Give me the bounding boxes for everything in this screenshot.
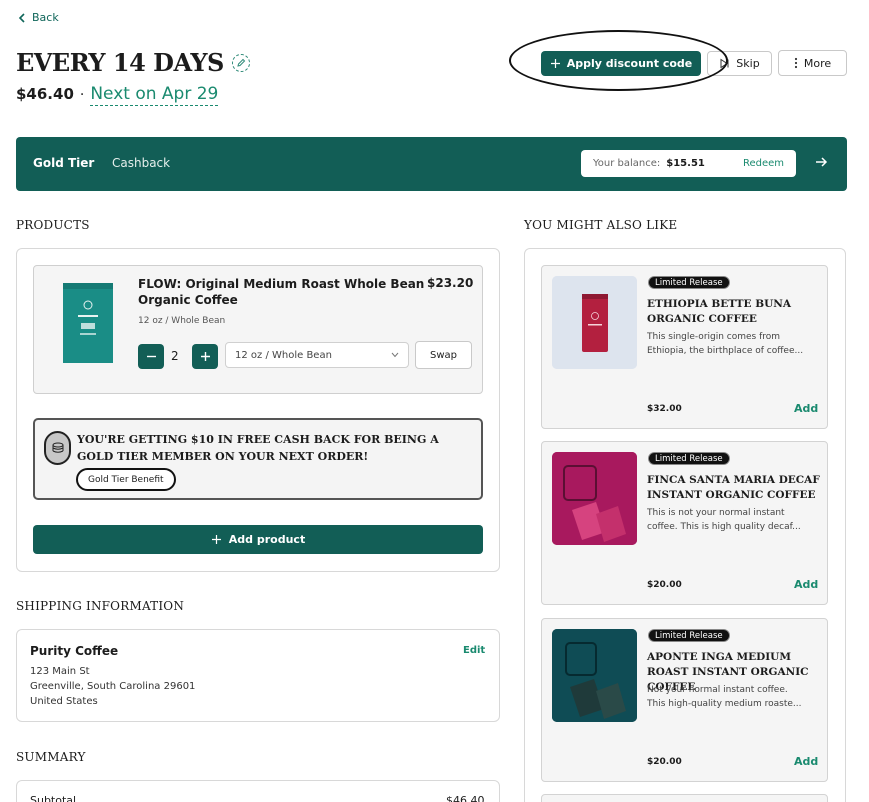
skip-label: Skip bbox=[736, 57, 760, 70]
edit-frequency-button[interactable] bbox=[231, 53, 250, 72]
address-line-2: Greenville, South Carolina 29601 bbox=[30, 681, 196, 692]
add-recommendation-button[interactable]: Add bbox=[794, 402, 818, 415]
more-button[interactable]: More bbox=[778, 50, 847, 76]
address-country: United States bbox=[30, 696, 98, 707]
summary-card: Subtotal $46.40 bbox=[16, 780, 500, 802]
coffee-bag-image bbox=[63, 283, 113, 363]
decrease-quantity-button[interactable] bbox=[138, 344, 164, 369]
balance-amount: $15.51 bbox=[666, 158, 705, 169]
subtotal-label: Subtotal bbox=[30, 794, 77, 802]
product-title[interactable]: FLOW: Original Medium Roast Whole Bean O… bbox=[138, 276, 428, 308]
coin-stack-icon bbox=[52, 442, 63, 453]
more-label: More bbox=[803, 56, 832, 70]
instant-coffee-image bbox=[552, 629, 637, 722]
product-image bbox=[552, 629, 637, 722]
coffee-bag-image bbox=[552, 276, 637, 369]
description-line-1: This single-origin comes from bbox=[647, 332, 781, 342]
page-title-row: EVERY 14 DAYS bbox=[16, 48, 250, 77]
add-recommendation-button[interactable]: Add bbox=[794, 578, 818, 591]
redeem-button[interactable]: Redeem bbox=[743, 158, 784, 169]
cashback-notice: YOU'RE GETTING $10 IN FREE CASH BACK FOR… bbox=[33, 418, 483, 500]
swap-button[interactable]: Swap bbox=[415, 341, 472, 369]
recommendation-item[interactable] bbox=[541, 794, 828, 802]
recommendation-title: FINCA SANTA MARIA DECAF INSTANT ORGANIC … bbox=[647, 474, 820, 501]
highlight-ellipse bbox=[509, 30, 728, 91]
plus-icon bbox=[211, 535, 221, 544]
variant-select[interactable]: 12 oz / Whole Bean bbox=[225, 342, 409, 368]
variant-select-value: 12 oz / Whole Bean bbox=[235, 349, 332, 361]
product-variant: 12 oz / Whole Bean bbox=[138, 316, 226, 326]
product-image bbox=[552, 276, 637, 369]
arrow-right-icon[interactable] bbox=[814, 155, 828, 169]
limited-release-badge: Limited Release bbox=[648, 276, 730, 289]
description-line-1: This is not your normal instant bbox=[647, 508, 785, 518]
edit-shipping-button[interactable]: Edit bbox=[463, 645, 485, 656]
recommendation-description: This is not your normal instant coffee. … bbox=[647, 506, 821, 534]
page-title: EVERY 14 DAYS bbox=[16, 48, 224, 77]
address-line-1: 123 Main St bbox=[30, 666, 90, 677]
pencil-icon bbox=[237, 58, 246, 67]
price-line: $46.40 · Next on Apr 29 bbox=[16, 84, 219, 106]
loyalty-banner: Gold Tier Cashback Your balance: $15.51 … bbox=[16, 137, 847, 191]
product-item: FLOW: Original Medium Roast Whole Bean O… bbox=[33, 265, 483, 394]
quantity-value: 2 bbox=[171, 349, 179, 363]
description-line-2: This high-quality medium roaste... bbox=[647, 699, 802, 709]
tier-label: Gold Tier bbox=[33, 156, 95, 170]
separator: · bbox=[79, 87, 85, 103]
recommendation-item[interactable]: Limited Release ETHIOPIA BETTE BUNA ORGA… bbox=[541, 265, 828, 429]
add-recommendation-button[interactable]: Add bbox=[794, 755, 818, 768]
recommendation-item[interactable]: Limited Release FINCA SANTA MARIA DECAF … bbox=[541, 441, 828, 605]
shipping-heading: SHIPPING INFORMATION bbox=[16, 599, 185, 613]
balance-box: Your balance: $15.51 Redeem bbox=[581, 150, 796, 177]
description-line-1: Not your normal instant coffee. bbox=[647, 685, 788, 695]
back-link[interactable]: Back bbox=[18, 11, 59, 24]
summary-heading: SUMMARY bbox=[16, 750, 86, 764]
instant-coffee-image bbox=[552, 452, 637, 545]
shipping-name: Purity Coffee bbox=[30, 644, 119, 658]
next-order-date[interactable]: Next on Apr 29 bbox=[90, 84, 219, 106]
product-image bbox=[552, 452, 637, 545]
recommendation-price: $32.00 bbox=[647, 404, 682, 414]
recommendation-description: This single-origin comes from Ethiopia, … bbox=[647, 330, 821, 358]
balance-label: Your balance: bbox=[593, 158, 661, 169]
chevron-left-icon bbox=[18, 12, 25, 23]
coins-icon bbox=[44, 431, 71, 465]
subtotal-value: $46.40 bbox=[446, 794, 485, 802]
recommendations-heading: YOU MIGHT ALSO LIKE bbox=[524, 218, 678, 232]
products-heading: PRODUCTS bbox=[16, 218, 90, 232]
increase-quantity-button[interactable] bbox=[192, 344, 218, 369]
subscription-price: $46.40 bbox=[16, 85, 74, 103]
limited-release-badge: Limited Release bbox=[648, 629, 730, 642]
recommendation-price: $20.00 bbox=[647, 757, 682, 767]
product-image bbox=[63, 283, 113, 363]
cashback-link[interactable]: Cashback bbox=[112, 156, 170, 170]
product-price: $23.20 bbox=[427, 276, 474, 290]
recommendation-description: Not your normal instant coffee. This hig… bbox=[647, 683, 821, 711]
recommendation-item[interactable]: Limited Release APONTE INGA MEDIUM ROAST… bbox=[541, 618, 828, 782]
back-label: Back bbox=[32, 11, 59, 24]
kebab-menu-icon bbox=[794, 57, 797, 69]
shipping-card: Purity Coffee Edit 123 Main St Greenvill… bbox=[16, 629, 500, 722]
description-line-2: coffee. This is high quality decaf... bbox=[647, 522, 801, 532]
add-product-label: Add product bbox=[228, 533, 306, 546]
minus-icon bbox=[146, 355, 156, 358]
add-product-button[interactable]: Add product bbox=[33, 525, 483, 554]
chevron-down-icon bbox=[391, 352, 399, 358]
gold-tier-badge: Gold Tier Benefit bbox=[76, 468, 176, 491]
cashback-message: YOU'RE GETTING $10 IN FREE CASH BACK FOR… bbox=[77, 433, 439, 463]
plus-icon bbox=[200, 352, 210, 361]
limited-release-badge: Limited Release bbox=[648, 452, 730, 465]
recommendation-title: ETHIOPIA BETTE BUNA ORGANIC COFFEE bbox=[647, 298, 791, 325]
description-line-2: Ethiopia, the birthplace of coffee... bbox=[647, 346, 804, 356]
recommendation-price: $20.00 bbox=[647, 580, 682, 590]
